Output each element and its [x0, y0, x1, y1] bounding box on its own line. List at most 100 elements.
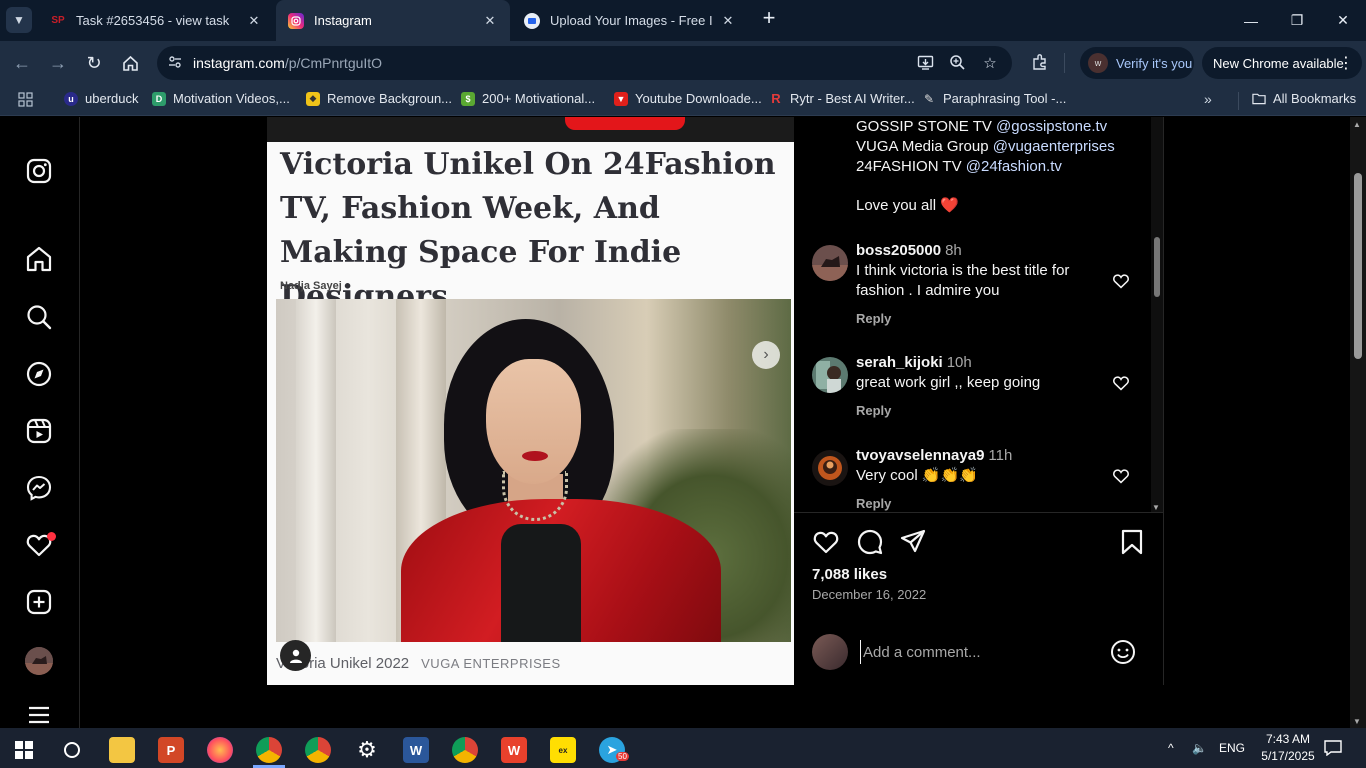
- save-bookmark-icon[interactable]: [1118, 528, 1146, 556]
- comment-avatar[interactable]: [812, 450, 848, 486]
- comment-time[interactable]: 11h: [988, 447, 1012, 464]
- comment-avatar[interactable]: [812, 357, 848, 393]
- close-icon[interactable]: ✕: [246, 13, 262, 29]
- action-center-icon[interactable]: [1324, 728, 1342, 768]
- chrome-secondary-icon[interactable]: [445, 732, 485, 768]
- comments-scroll-thumb[interactable]: [1154, 237, 1160, 297]
- tab-instagram[interactable]: Instagram ✕: [276, 0, 510, 41]
- reply-button[interactable]: Reply: [856, 401, 1096, 421]
- comment-username[interactable]: boss205000: [856, 242, 941, 259]
- firefox-icon[interactable]: [200, 732, 240, 768]
- wps-office-icon[interactable]: W: [494, 732, 534, 768]
- search-icon[interactable]: [24, 302, 54, 332]
- new-tab-button[interactable]: +: [758, 7, 780, 30]
- emoji-icon[interactable]: [1110, 639, 1136, 665]
- restore-icon[interactable]: ❐: [1274, 0, 1320, 41]
- like-heart-icon[interactable]: [812, 528, 840, 556]
- bookmark-remove-background[interactable]: ◆ Remove Backgroun...: [306, 91, 452, 106]
- mention-link[interactable]: @24fashion.tv: [966, 158, 1062, 175]
- close-icon[interactable]: ✕: [482, 13, 498, 29]
- reload-icon[interactable]: ↻: [82, 51, 106, 75]
- post-date[interactable]: December 16, 2022: [812, 587, 926, 602]
- scroll-up-arrow-icon[interactable]: ▲: [1353, 120, 1361, 129]
- settings-gear-icon[interactable]: ⚙: [347, 732, 387, 768]
- explore-compass-icon[interactable]: [24, 359, 54, 389]
- tray-overflow-icon[interactable]: ^: [1168, 728, 1174, 768]
- like-comment-icon[interactable]: [1112, 272, 1132, 292]
- page-scroll-thumb[interactable]: [1354, 173, 1362, 359]
- chrome-icon[interactable]: [298, 732, 338, 768]
- instagram-logo-icon[interactable]: [24, 156, 54, 186]
- bookmark-youtube-downloader[interactable]: ▼ Youtube Downloade...: [614, 91, 762, 106]
- apps-grid-icon[interactable]: [18, 92, 34, 108]
- volume-icon[interactable]: 🔈: [1192, 728, 1207, 768]
- bookmark-star-icon[interactable]: ☆: [981, 54, 999, 72]
- chrome-update-button[interactable]: New Chrome available ⋮: [1202, 47, 1362, 79]
- bookmark-200-motivational[interactable]: $200+ Motivational...: [461, 91, 595, 106]
- verify-identity-button[interactable]: w Verify it's you: [1080, 47, 1194, 79]
- word-icon[interactable]: W: [396, 732, 436, 768]
- tab-upload-images[interactable]: Upload Your Images - Free Ima ✕: [512, 0, 748, 41]
- all-bookmarks-button[interactable]: All Bookmarks: [1252, 91, 1356, 106]
- create-post-icon[interactable]: [24, 587, 54, 617]
- home-icon[interactable]: [118, 51, 142, 75]
- address-bar[interactable]: instagram.com/p/CmPnrtguItO ☆: [157, 46, 1012, 80]
- install-app-icon[interactable]: [916, 54, 934, 72]
- likes-count[interactable]: 7,088 likes: [812, 566, 887, 583]
- bookmark-paraphrasing-tool[interactable]: ✎ Paraphrasing Tool -...: [922, 91, 1066, 106]
- carousel-next-icon[interactable]: ›: [752, 341, 780, 369]
- chrome-profile-icon[interactable]: [249, 732, 289, 768]
- forward-icon[interactable]: →: [46, 51, 70, 75]
- page-viewport: Victoria Unikel On 24Fashion TV, Fashion…: [0, 117, 1366, 728]
- reply-button[interactable]: Reply: [856, 309, 1096, 329]
- like-comment-icon[interactable]: [1112, 374, 1132, 394]
- kebab-menu-icon[interactable]: ⋮: [1338, 53, 1354, 73]
- telegram-icon[interactable]: ➤ 50: [592, 732, 632, 768]
- minimize-icon[interactable]: —: [1228, 0, 1274, 41]
- scroll-down-arrow-icon[interactable]: ▼: [1152, 503, 1160, 512]
- windows-start-icon[interactable]: [4, 732, 44, 768]
- more-menu-icon[interactable]: [24, 700, 54, 728]
- comment-input[interactable]: [860, 640, 1100, 664]
- exness-icon[interactable]: ex: [543, 732, 583, 768]
- zoom-icon[interactable]: [948, 54, 966, 72]
- bookmark-uberduck[interactable]: u uberduck: [64, 91, 138, 106]
- comment-time[interactable]: 10h: [947, 354, 972, 371]
- language-indicator[interactable]: ENG: [1219, 728, 1245, 768]
- bookmarks-overflow-icon[interactable]: »: [1204, 91, 1212, 107]
- comments-scrollbar[interactable]: ▼: [1151, 117, 1163, 512]
- browser-toolbar: ← → ↻ instagram.com/p/CmPnrtguItO ☆ w Ve…: [0, 41, 1366, 85]
- window-close-icon[interactable]: ✕: [1320, 0, 1366, 41]
- file-explorer-icon[interactable]: [102, 732, 142, 768]
- mention-link[interactable]: @gossipstone.tv: [996, 118, 1107, 135]
- home-icon[interactable]: [24, 244, 54, 274]
- share-icon[interactable]: [899, 528, 927, 556]
- close-icon[interactable]: ✕: [720, 13, 736, 29]
- scroll-down-arrow-icon[interactable]: ▼: [1353, 717, 1361, 726]
- comment-avatar[interactable]: [812, 245, 848, 281]
- comment-bubble-icon[interactable]: [856, 528, 884, 556]
- comment-time[interactable]: 8h: [945, 242, 962, 259]
- mention-link[interactable]: @vugaenterprises: [993, 138, 1115, 155]
- post-photo[interactable]: [276, 299, 791, 642]
- messenger-icon[interactable]: [24, 473, 54, 503]
- cortana-search-icon[interactable]: [52, 732, 92, 768]
- profile-avatar[interactable]: [25, 647, 53, 675]
- wps-presentation-icon[interactable]: P: [151, 732, 191, 768]
- tab-search-button[interactable]: ▼: [6, 7, 32, 33]
- comment-username[interactable]: serah_kijoki: [856, 354, 943, 371]
- heart-emoji: ❤️: [940, 197, 959, 214]
- page-scrollbar[interactable]: ▲ ▼: [1350, 117, 1366, 728]
- back-icon[interactable]: ←: [10, 51, 34, 75]
- like-comment-icon[interactable]: [1112, 467, 1132, 487]
- tagged-users-icon[interactable]: [280, 640, 311, 671]
- tab-task[interactable]: SP Task #2653456 - view task ✕: [38, 0, 274, 41]
- site-info-icon[interactable]: [167, 55, 183, 71]
- extensions-icon[interactable]: [1030, 53, 1050, 73]
- system-clock[interactable]: 7:43 AM 5/17/2025: [1256, 731, 1320, 765]
- reply-button[interactable]: Reply: [856, 494, 1096, 512]
- bookmark-rytr[interactable]: R Rytr - Best AI Writer...: [769, 91, 914, 106]
- bookmark-motivation-videos[interactable]: D Motivation Videos,...: [152, 91, 290, 106]
- reels-icon[interactable]: [24, 416, 54, 446]
- comment-username[interactable]: tvoyavselennaya9: [856, 447, 984, 464]
